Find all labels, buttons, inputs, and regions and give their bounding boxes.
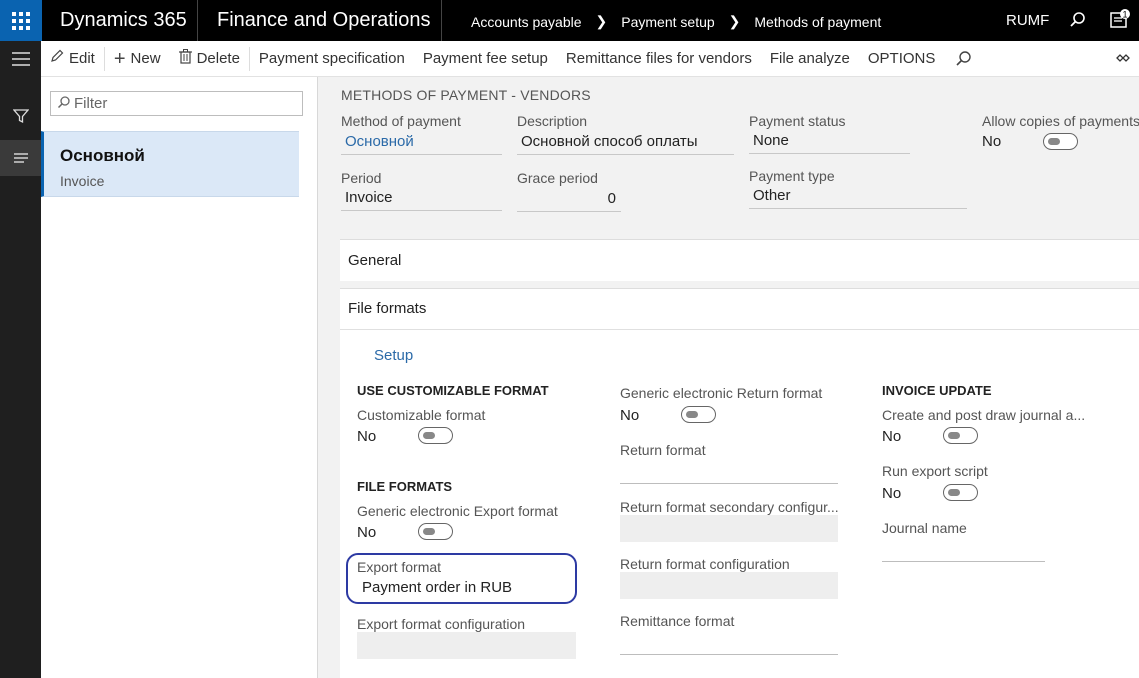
message-center-icon[interactable]: 1	[1109, 9, 1131, 31]
create-post-draw-label: Create and post draw journal a...	[882, 407, 1086, 423]
create-post-draw-value: No	[882, 428, 902, 445]
divider	[197, 0, 198, 41]
setup-button[interactable]: Setup	[374, 347, 413, 364]
search-icon[interactable]	[955, 50, 973, 72]
grace-period-label: Grace period	[517, 170, 598, 186]
remittance-format-field[interactable]	[620, 654, 838, 655]
collapse-action-pane-icon[interactable]	[1115, 50, 1131, 69]
invoice-update-header: INVOICE UPDATE	[882, 383, 992, 398]
generic-export-format-label: Generic electronic Export format	[357, 503, 558, 519]
journal-name-field[interactable]	[882, 561, 1045, 562]
allow-copies-toggle[interactable]	[1043, 133, 1078, 150]
navigation-rail	[0, 41, 41, 678]
app-launcher-button[interactable]	[0, 0, 42, 41]
form-caption: METHODS OF PAYMENT - VENDORS	[341, 87, 591, 103]
module-name: Finance and Operations	[217, 9, 431, 31]
breadcrumb-item-accounts-payable[interactable]: Accounts payable	[471, 14, 582, 30]
remittance-format-label: Remittance format	[620, 613, 735, 629]
list-item-title: Основной	[60, 146, 145, 165]
new-label: New	[130, 50, 161, 67]
return-format-configuration-label: Return format configuration	[620, 556, 790, 572]
file-analyze-button[interactable]: File analyze	[761, 41, 859, 77]
payment-specification-button[interactable]: Payment specification	[250, 41, 414, 77]
filter-icon[interactable]	[0, 98, 41, 134]
description-field[interactable]: Основной способ оплаты	[517, 131, 734, 155]
hamburger-icon[interactable]	[0, 41, 41, 77]
payment-type-field[interactable]: Other	[749, 185, 967, 209]
trash-icon	[178, 48, 192, 69]
payment-fee-setup-button[interactable]: Payment fee setup	[414, 41, 557, 77]
edit-label: Edit	[69, 50, 95, 67]
divider	[340, 329, 1139, 330]
list-view-icon[interactable]	[0, 140, 41, 176]
message-count-badge: 1	[1122, 10, 1127, 20]
generic-return-format-label: Generic electronic Return format	[620, 385, 823, 401]
grace-period-field[interactable]: 0	[517, 188, 621, 212]
payment-status-field[interactable]: None	[749, 130, 910, 154]
allow-copies-value: No	[982, 133, 1002, 150]
method-of-payment-label: Method of payment	[341, 113, 461, 129]
period-field[interactable]: Invoice	[341, 187, 502, 211]
description-label: Description	[517, 113, 588, 129]
list-pane: Основной Invoice	[41, 77, 318, 678]
edit-button[interactable]: Edit	[41, 41, 104, 77]
generic-export-format-value: No	[357, 524, 377, 541]
list-item[interactable]: Основной Invoice	[41, 131, 299, 197]
run-export-script-value: No	[882, 485, 902, 502]
customizable-format-label: Customizable format	[357, 407, 486, 423]
delete-button[interactable]: Delete	[170, 41, 249, 77]
pencil-icon	[50, 49, 64, 68]
general-fasttab-header: General	[348, 252, 402, 269]
file-formats-header: FILE FORMATS	[357, 479, 453, 494]
general-fasttab[interactable]: General	[340, 239, 1139, 281]
run-export-script-label: Run export script	[882, 463, 988, 479]
new-button[interactable]: + New	[105, 41, 170, 77]
period-label: Period	[341, 170, 382, 186]
return-format-secondary-field[interactable]	[620, 515, 838, 542]
generic-return-format-value: No	[620, 407, 640, 424]
options-tab[interactable]: OPTIONS	[859, 41, 945, 77]
list-item-subtitle: Invoice	[60, 173, 105, 189]
filter-field[interactable]	[50, 91, 303, 116]
company-picker[interactable]: RUMF	[1006, 12, 1049, 29]
allow-copies-label: Allow copies of payments:	[982, 113, 1139, 129]
export-format-configuration-label: Export format configuration	[357, 616, 526, 632]
create-post-draw-toggle[interactable]	[943, 427, 978, 444]
filter-input[interactable]	[74, 95, 294, 112]
breadcrumb: Accounts payable ❯ Payment setup ❯ Metho…	[471, 13, 881, 30]
return-format-field[interactable]	[620, 483, 838, 484]
top-bar: Dynamics 365 Finance and Operations Acco…	[0, 0, 1139, 41]
customizable-format-toggle[interactable]	[418, 427, 453, 444]
return-format-secondary-label: Return format secondary configur...	[620, 499, 839, 515]
search-icon	[57, 95, 71, 113]
run-export-script-toggle[interactable]	[943, 484, 978, 501]
export-format-configuration-field[interactable]	[357, 632, 576, 659]
export-format-highlight	[346, 553, 577, 604]
return-format-configuration-field[interactable]	[620, 572, 838, 599]
payment-type-label: Payment type	[749, 168, 835, 184]
generic-export-format-toggle[interactable]	[418, 523, 453, 540]
return-format-label: Return format	[620, 442, 706, 458]
divider	[441, 0, 442, 41]
search-icon[interactable]	[1068, 10, 1088, 30]
breadcrumb-item-methods-of-payment[interactable]: Methods of payment	[754, 14, 881, 30]
use-customizable-format-header: USE CUSTOMIZABLE FORMAT	[357, 383, 549, 398]
file-formats-fasttab-header[interactable]: File formats	[348, 300, 426, 317]
chevron-right-icon: ❯	[595, 13, 608, 29]
journal-name-label: Journal name	[882, 520, 967, 536]
delete-label: Delete	[196, 50, 240, 67]
breadcrumb-item-payment-setup[interactable]: Payment setup	[621, 14, 714, 30]
action-pane: Edit + New Delete Payment specification …	[41, 41, 1139, 77]
generic-return-format-toggle[interactable]	[681, 406, 716, 423]
chevron-right-icon: ❯	[728, 13, 741, 29]
product-name[interactable]: Dynamics 365	[60, 9, 187, 32]
method-of-payment-field[interactable]: Основной	[341, 131, 502, 155]
customizable-format-value: No	[357, 428, 377, 445]
plus-icon: +	[113, 47, 126, 70]
remittance-files-button[interactable]: Remittance files for vendors	[557, 41, 761, 77]
waffle-icon	[12, 11, 30, 30]
payment-status-label: Payment status	[749, 113, 846, 129]
